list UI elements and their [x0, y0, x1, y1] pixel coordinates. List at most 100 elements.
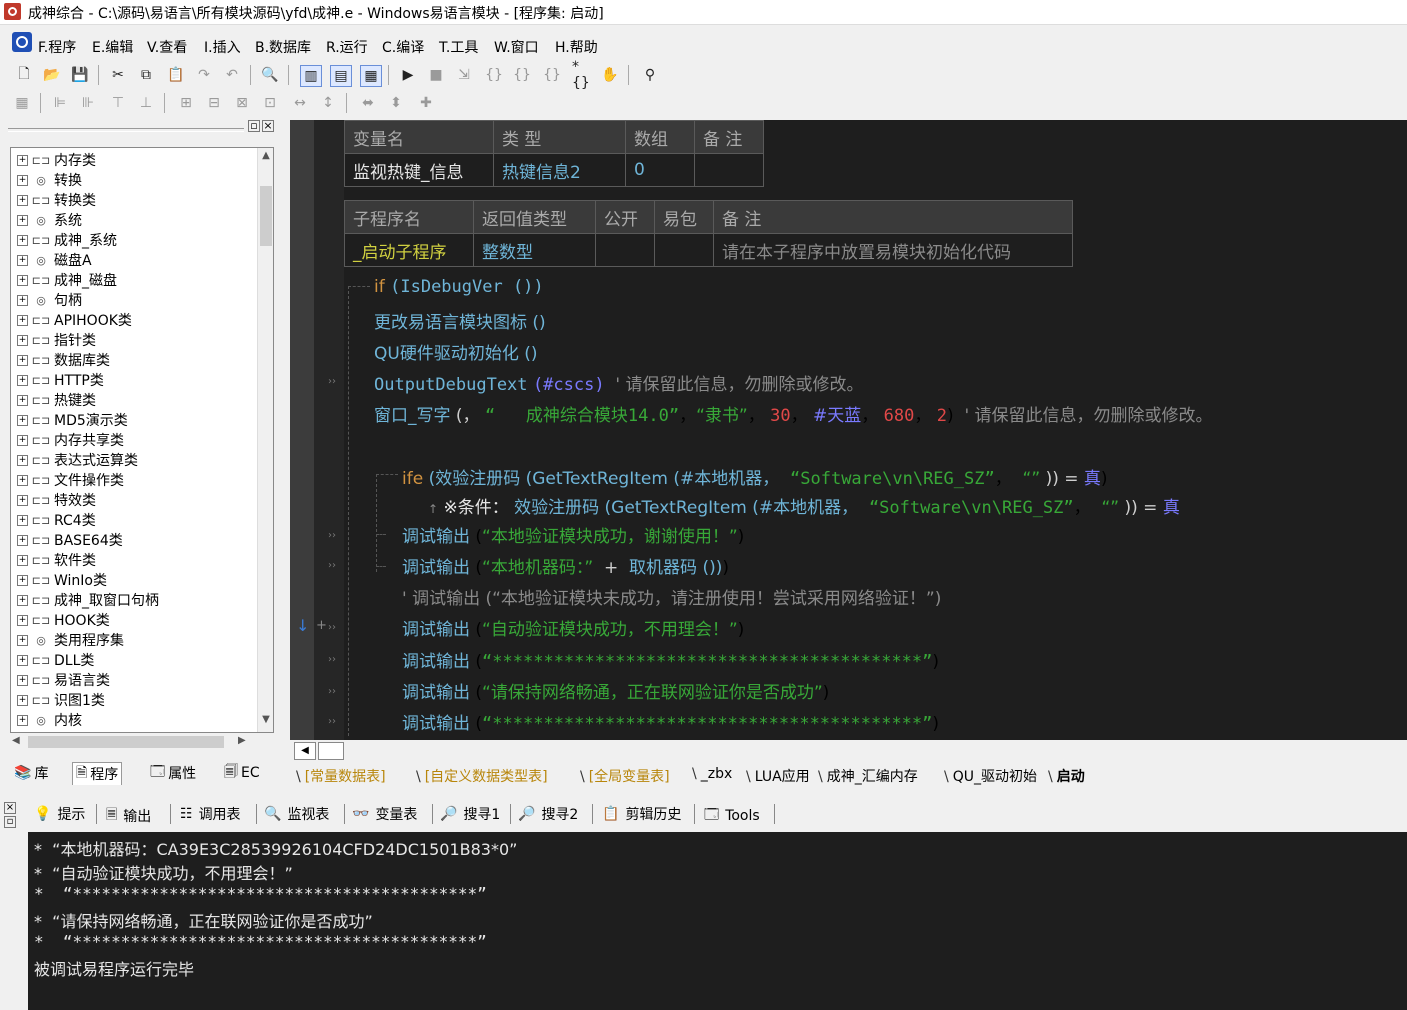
sub-name-cell[interactable]: _启动子程序 — [344, 233, 474, 267]
expand-plus-icon[interactable]: + — [17, 154, 28, 166]
align-right-icon[interactable]: ⊪ — [78, 93, 98, 113]
align-bottom-icon[interactable]: ⊥ — [136, 93, 156, 113]
tree-item[interactable]: + ⊏⊐ 成神_磁盘 — [17, 270, 117, 290]
expand-plus-icon[interactable]: + — [17, 494, 28, 506]
tab-library[interactable]: 📚 库 — [14, 762, 48, 784]
program-tree[interactable]: + ⊏⊐ 内存类 + ◎ 转换 + ⊏⊐ 转换类 + ◎ 系统 + ⊏⊐ 成神_系统 + ◎ 磁盘A + ⊏⊐ 成神_磁… — [10, 147, 274, 733]
scroll-down-icon[interactable]: ▼ — [258, 714, 273, 730]
tab-program[interactable]: 🗎 程序 — [72, 762, 123, 785]
expand-plus-icon[interactable]: + — [17, 454, 28, 466]
step-icon[interactable]: ⇲ — [454, 65, 474, 85]
tree-item[interactable]: + ◎ 句柄 — [17, 290, 82, 310]
step-over-icon[interactable]: {} — [512, 65, 532, 85]
menu-help[interactable]: H.帮助 — [555, 37, 598, 57]
scroll-left-icon[interactable]: ◀ — [12, 735, 20, 746]
layout-full-icon[interactable]: ▦ — [360, 65, 382, 87]
expand-plus-icon[interactable]: + — [17, 334, 28, 346]
expand-plus-icon[interactable]: + — [17, 194, 28, 206]
tab-output[interactable]: 🗏 输出 — [106, 804, 151, 828]
epackage-cell[interactable] — [654, 233, 714, 267]
center-v-icon[interactable]: ⊟ — [204, 93, 224, 113]
code-line[interactable]: 调试输出 (“本地验证模块成功，谢谢使用！”) — [402, 522, 744, 547]
code-line[interactable]: ' 调试输出 (“本地验证模块未成功，请注册使用！尝试采用网络验证！”) — [402, 584, 941, 609]
output-console[interactable]: * “本地机器码：CA39E3C28539926104CFD24DC1501B8… — [28, 832, 1407, 1010]
expand-plus-icon[interactable]: + — [17, 674, 28, 686]
tab-hint[interactable]: 💡 提示 — [34, 804, 85, 824]
hand-icon[interactable]: ✋ — [600, 65, 620, 85]
tab-call-stack[interactable]: ☷ 调用表 — [180, 804, 241, 824]
size-h-icon[interactable]: ⬍ — [386, 93, 406, 113]
file-tab[interactable]: \ LUA应用 — [746, 766, 810, 786]
expand-plus-icon[interactable]: + — [17, 434, 28, 446]
close-icon[interactable]: × — [262, 120, 274, 132]
layout-left-icon[interactable]: ▥ — [300, 65, 322, 87]
code-line[interactable]: QU硬件驱动初始化 () — [374, 339, 538, 364]
tree-item[interactable]: + ⊏⊐ 成神_系统 — [17, 230, 117, 250]
return-type-cell[interactable]: 整数型 — [473, 233, 596, 267]
menu-tools[interactable]: T.工具 — [439, 37, 478, 57]
expand-plus-icon[interactable]: + — [17, 374, 28, 386]
tab-clip-history[interactable]: 📋 剪辑历史 — [602, 804, 681, 824]
file-tab[interactable]: \ [全局变量表] — [580, 766, 670, 786]
menu-edit[interactable]: E.编辑 — [92, 37, 133, 57]
menu-insert[interactable]: I.插入 — [204, 37, 241, 57]
space-v-icon[interactable]: ↕ — [318, 93, 338, 113]
code-line[interactable]: 调试输出 (“自动验证模块成功，不用理会！”) — [402, 615, 744, 640]
file-tab[interactable]: \ QU_驱动初始 — [944, 766, 1037, 786]
tree-item[interactable]: + ⊏⊐ APIHOOK类 — [17, 310, 132, 330]
tree-item[interactable]: + ⊏⊐ 文件操作类 — [17, 470, 124, 490]
tree-item[interactable]: + ⊏⊐ 成神_取窗口句柄 — [17, 590, 159, 610]
layout-bottom-icon[interactable]: ▤ — [330, 65, 352, 87]
tree-item[interactable]: + ⊏⊐ 内存类 — [17, 150, 96, 170]
code-line[interactable]: 调试输出 (“*********************************… — [402, 709, 939, 734]
expand-plus-icon[interactable]: + — [17, 654, 28, 666]
menu-run[interactable]: R.运行 — [326, 37, 368, 57]
copy-icon[interactable]: ⧉ — [136, 65, 156, 85]
tab-properties[interactable]: 🗔 属性 — [150, 762, 196, 784]
expand-plus-icon[interactable]: + — [17, 394, 28, 406]
file-tab[interactable]: \ 成神_汇编内存 — [818, 766, 918, 786]
grid-icon[interactable]: ▦ — [12, 93, 32, 113]
menu-database[interactable]: B.数据库 — [255, 37, 311, 57]
expand-plus-icon[interactable]: + — [17, 354, 28, 366]
tree-item[interactable]: + ◎ 内核 — [17, 710, 82, 730]
code-line[interactable]: if (IsDebugVer ()) — [374, 277, 544, 297]
expand-plus-icon[interactable]: + — [17, 314, 28, 326]
tree-item[interactable]: + ⊏⊐ BASE64类 — [17, 530, 123, 550]
expand-plus-icon[interactable]: + — [17, 634, 28, 646]
tree-item[interactable]: + ⊏⊐ HOOK类 — [17, 610, 110, 630]
tree-item[interactable]: + ⊏⊐ WinIo类 — [17, 570, 107, 590]
expand-plus-icon[interactable]: + — [17, 614, 28, 626]
tree-item[interactable]: + ⊏⊐ HTTP类 — [17, 370, 104, 390]
menu-compile[interactable]: C.编译 — [382, 37, 424, 57]
menu-program[interactable]: F.程序 — [38, 37, 76, 57]
redo-icon[interactable]: ↷ — [194, 65, 214, 85]
expand-plus-icon[interactable]: + — [17, 554, 28, 566]
center-h-icon[interactable]: ⊞ — [176, 93, 196, 113]
save-icon[interactable]: 💾 — [70, 65, 90, 85]
tree-item[interactable]: + ◎ 转换 — [17, 170, 82, 190]
editor-horizontal-scrollbar[interactable]: ◀ — [290, 740, 1407, 760]
file-tab[interactable]: \ _zbx — [692, 766, 732, 782]
undo-icon[interactable]: ↶ — [222, 65, 242, 85]
tab-search1[interactable]: 🔎 搜寻1 — [440, 804, 500, 824]
tree-item[interactable]: + ⊏⊐ 转换类 — [17, 190, 96, 210]
expand-plus-icon[interactable]: + — [17, 514, 28, 526]
code-line[interactable]: 调试输出 (“本地机器码：” + 取机器码 ())) — [402, 553, 729, 578]
size-both-icon[interactable]: ✚ — [416, 93, 436, 113]
tab-search2[interactable]: 🔎 搜寻2 — [518, 804, 578, 824]
public-cell[interactable] — [595, 233, 655, 267]
expand-plus-icon[interactable]: + — [17, 274, 28, 286]
code-line[interactable]: 更改易语言模块图标 () — [374, 308, 546, 333]
expand-plus-icon[interactable]: + — [17, 254, 28, 266]
expand-plus-icon[interactable]: + — [17, 294, 28, 306]
expand-plus-icon[interactable]: + — [17, 694, 28, 706]
run-to-cursor-icon[interactable]: *{} — [572, 59, 592, 91]
code-line[interactable]: 调试输出 (“*********************************… — [402, 647, 939, 672]
step-out-icon[interactable]: {} — [542, 65, 562, 85]
var-type-cell[interactable]: 热键信息2 — [493, 153, 626, 187]
paste-icon[interactable]: 📋 — [166, 65, 186, 85]
var-note-cell[interactable] — [694, 153, 764, 187]
tree-item[interactable]: + ◎ 系统 — [17, 210, 82, 230]
same-width-icon[interactable]: ⊠ — [232, 93, 252, 113]
